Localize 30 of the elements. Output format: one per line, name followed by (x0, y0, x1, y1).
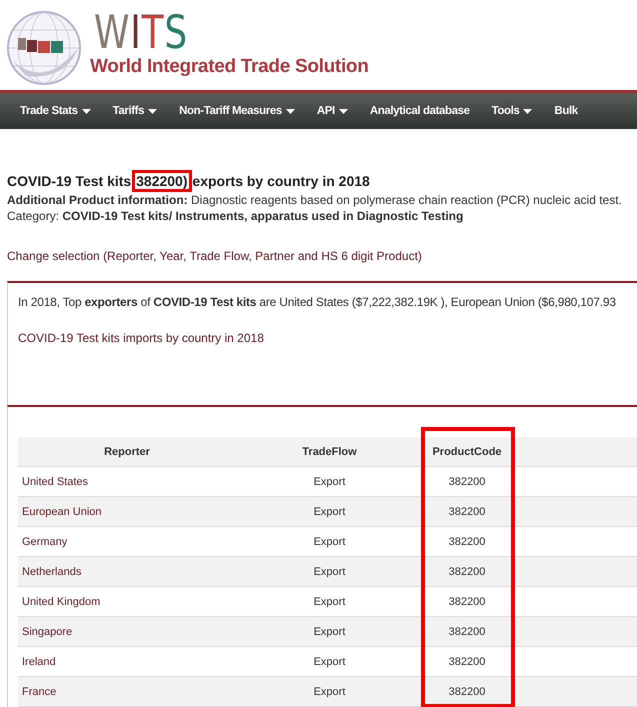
table-cell: 382200 (423, 556, 511, 586)
nav-menu-item[interactable]: Tariffs (112, 105, 158, 117)
nav-menu-item[interactable]: Tools (492, 105, 532, 117)
table-cell: Export (236, 616, 423, 646)
table-cell: Export (236, 676, 423, 706)
reporter-link[interactable]: Singapore (18, 616, 236, 646)
table-cell: 382200 (423, 616, 511, 646)
table-cell: Export (236, 556, 423, 586)
product-info-text: Additional Product information: Diagnostic reagents based on polymerase chain reaction (PCR) nucleic acid test. (7, 193, 623, 207)
change-selection-link[interactable]: Change selection (Reporter, Year, Trade Flow, Partner and HS 6 digit Product) (7, 249, 422, 263)
column-header[interactable]: ProductCode (423, 437, 511, 466)
column-header[interactable]: Reporter (18, 437, 236, 466)
nav-menu-item[interactable]: Trade Stats (20, 105, 91, 117)
nav-menu-item[interactable]: Analytical database (370, 105, 470, 117)
page-heading: COVID-19 Test kits 382200) exports by country in 2018 (7, 173, 637, 189)
column-header[interactable]: TradeFlow (236, 437, 423, 466)
table-cell: 382200 (423, 496, 511, 526)
reporter-link[interactable]: France (18, 676, 236, 706)
reporter-link[interactable]: European Union (18, 496, 236, 526)
nav-menu-item[interactable]: Non-Tariff Measures (179, 105, 295, 117)
reporter-link[interactable]: Netherlands (18, 556, 236, 586)
imports-link[interactable]: COVID-19 Test kits imports by country in 2018 (18, 331, 264, 345)
summary-text: In 2018, Top exporters of COVID-19 Test kits are United States ($7,222,382.19K ), European Union ($6,980,107.93 (18, 295, 617, 309)
category-text: Category: COVID-19 Test kits/ Instruments, apparatus used in Diagnostic Testing (7, 209, 464, 223)
logo-wordmark: WITS (94, 8, 188, 56)
nav-menu-item[interactable]: API (316, 105, 348, 117)
nav-menu-item[interactable]: Bulk (554, 105, 578, 117)
globe-logo-icon (6, 10, 82, 86)
logo-subtitle: World Integrated Trade Solution (90, 56, 369, 78)
table-cell: Export (236, 496, 423, 526)
